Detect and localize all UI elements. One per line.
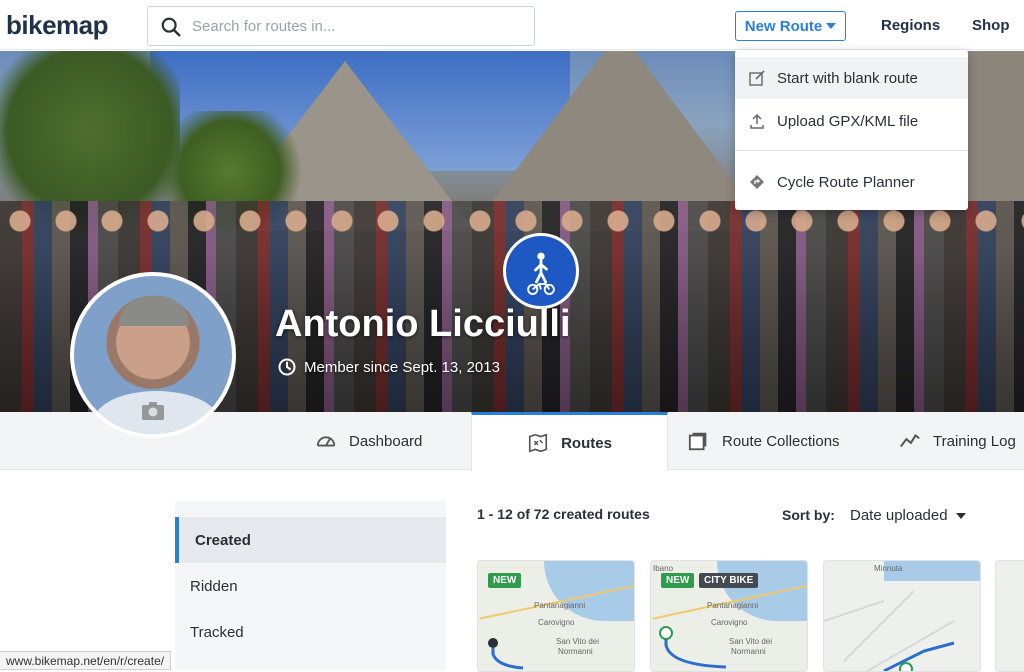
new-badge: NEW — [661, 573, 695, 588]
browser-status-bar: www.bikemap.net/en/r/create/ — [0, 651, 172, 670]
clock-icon — [278, 358, 296, 376]
nav-regions[interactable]: Regions — [881, 17, 940, 34]
route-card[interactable]: Minnuta — [823, 560, 981, 672]
route-count: 1 - 12 of 72 created routes — [477, 506, 650, 522]
nav-shop[interactable]: Shop — [972, 17, 1010, 34]
upload-icon — [750, 113, 764, 129]
map-icon — [529, 433, 548, 453]
route-card[interactable]: NEW Pantanagianni Carovigno San Vito dei… — [477, 560, 635, 672]
route-card[interactable] — [995, 560, 1024, 672]
top-navbar: bikemap New Route Regions Shop — [0, 0, 1024, 50]
member-since-text: Member since Sept. 13, 2013 — [304, 358, 500, 376]
chart-icon — [900, 434, 920, 448]
menu-item-blank-route[interactable]: Start with blank route — [735, 57, 968, 99]
map-place-label: Ibano — [653, 564, 674, 573]
new-route-menu: Start with blank route Upload GPX/KML fi… — [735, 50, 968, 210]
sort-label: Sort by: — [782, 507, 835, 523]
tab-dashboard[interactable]: Dashboard — [315, 412, 422, 470]
menu-item-label: Cycle Route Planner — [777, 173, 915, 191]
collections-icon — [688, 432, 707, 451]
menu-divider — [735, 150, 968, 151]
route-line-icon — [824, 590, 955, 671]
route-planner-icon — [750, 175, 764, 189]
member-since: Member since Sept. 13, 2013 — [278, 358, 500, 376]
new-route-button[interactable]: New Route — [735, 11, 846, 41]
camera-icon[interactable] — [140, 400, 166, 422]
profile-name: Antonio Licciulli — [275, 303, 571, 345]
tab-label: Routes — [561, 434, 612, 452]
speedometer-icon — [316, 436, 336, 447]
sidebar-item-ridden[interactable]: Ridden — [175, 563, 446, 609]
tab-label: Route Collections — [722, 432, 840, 450]
route-line-icon — [659, 626, 727, 669]
sort-value: Date uploaded — [850, 507, 948, 524]
route-card[interactable]: Ibano NEW CITY BIKE Pantanagianni Carovi… — [650, 560, 808, 672]
sidebar-item-created[interactable]: Created — [175, 517, 446, 563]
bikemap-logo[interactable]: bikemap — [6, 10, 109, 41]
tab-routes[interactable]: Routes — [471, 412, 668, 471]
tab-route-collections[interactable]: Route Collections — [688, 412, 840, 470]
edit-icon — [749, 70, 765, 86]
menu-item-label: Upload GPX/KML file — [777, 112, 919, 130]
new-route-label: New Route — [744, 17, 823, 35]
search-input[interactable] — [192, 15, 522, 37]
tab-label: Training Log — [933, 432, 1016, 450]
bike-path-sign-icon — [503, 233, 579, 309]
sort-dropdown[interactable]: Date uploaded — [850, 507, 966, 524]
menu-item-label: Start with blank route — [777, 69, 918, 87]
map-place-label: Pantanagianni — [534, 601, 586, 610]
city-bike-badge: CITY BIKE — [699, 573, 759, 588]
tab-training-log[interactable]: Training Log — [899, 412, 1016, 470]
tab-label: Dashboard — [349, 432, 423, 450]
new-badge: NEW — [488, 573, 522, 588]
caret-down-icon — [826, 23, 837, 29]
route-filter-sidebar: Created Ridden Tracked — [175, 501, 446, 670]
map-place-label: Carovigno — [538, 618, 575, 627]
sidebar-item-tracked[interactable]: Tracked — [175, 609, 446, 655]
menu-item-route-planner[interactable]: Cycle Route Planner — [735, 161, 968, 203]
map-place-label: Minnuta — [874, 564, 903, 573]
search-icon — [161, 17, 181, 37]
map-place-label: Pantanagianni — [707, 601, 759, 610]
route-line-icon — [488, 638, 524, 670]
search-box[interactable] — [147, 6, 535, 46]
caret-down-icon — [955, 512, 966, 519]
menu-item-upload-gpx[interactable]: Upload GPX/KML file — [735, 100, 968, 142]
